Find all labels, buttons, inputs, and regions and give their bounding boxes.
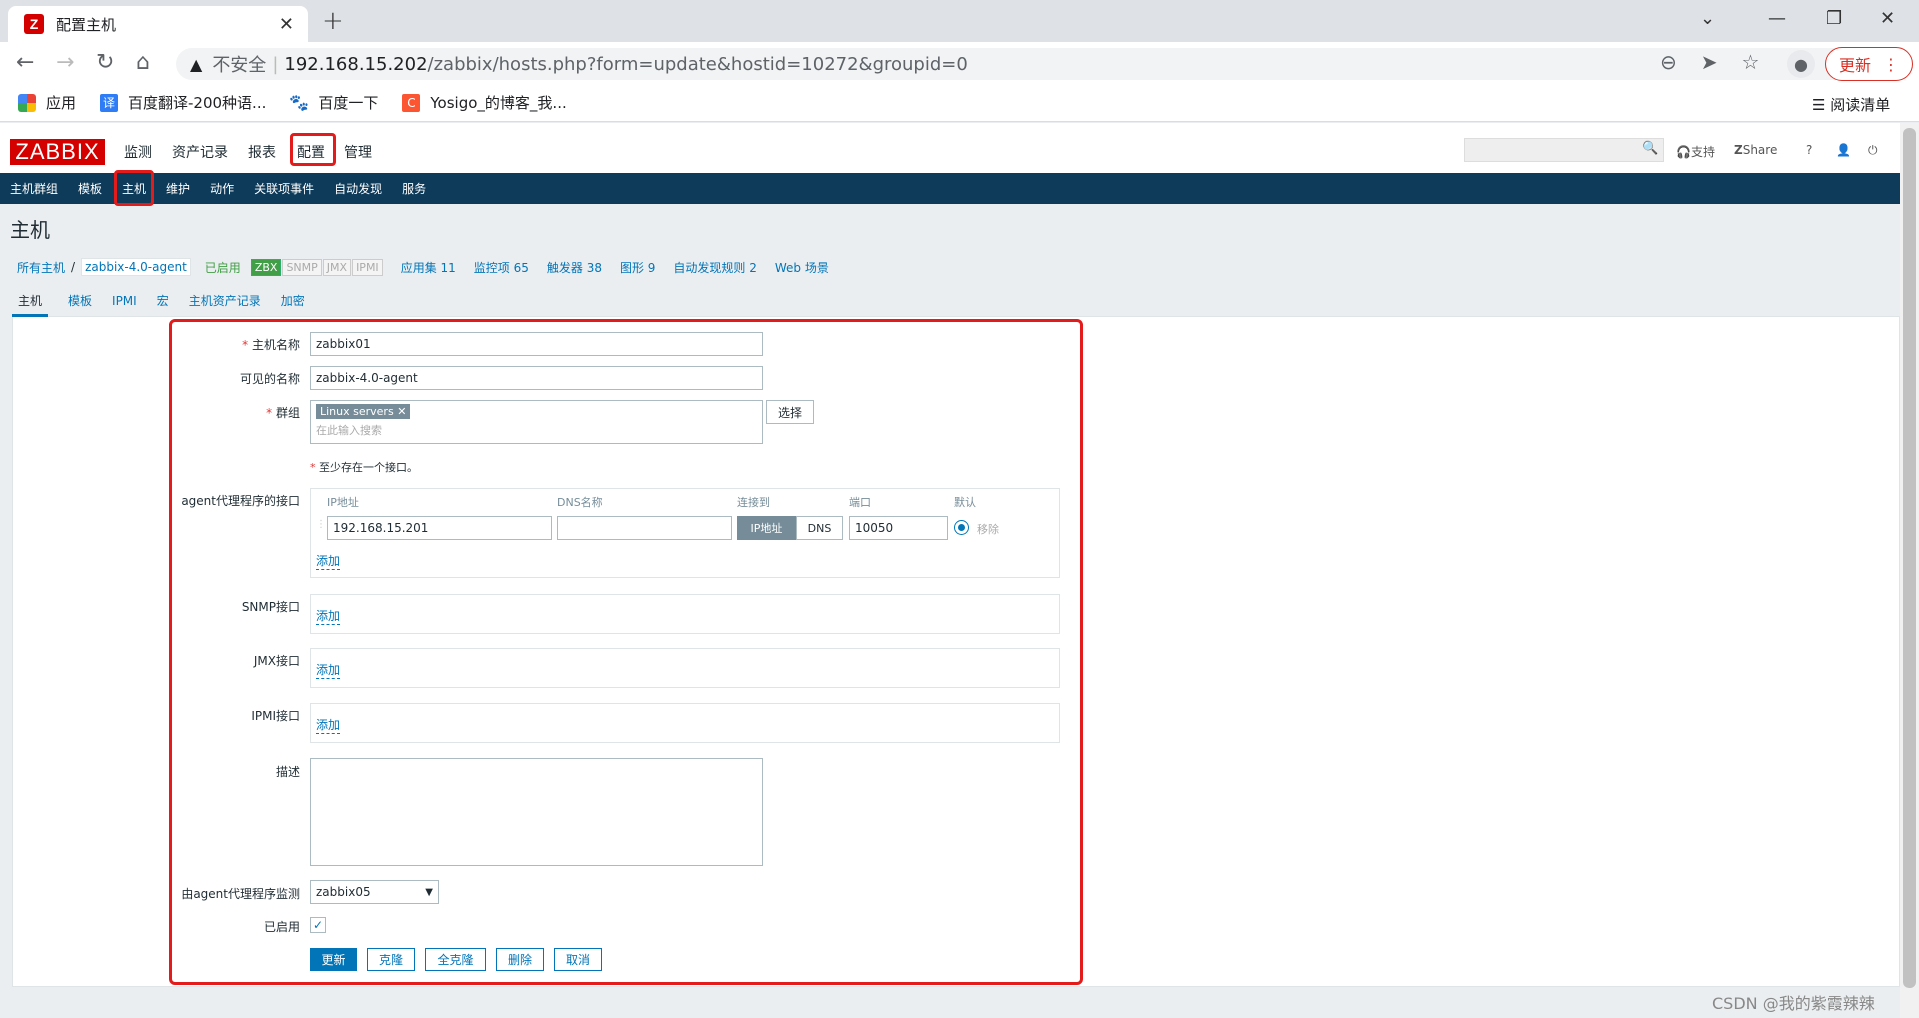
browser-update-button[interactable]: 更新 ⋮ [1825,47,1913,81]
bookmarks-bar: 应用 译百度翻译-200种语... 🐾 百度一下 C Yosigo_的博客_我... [0,84,1919,122]
bookmark-csdn-blog[interactable]: C Yosigo_的博客_我... [402,92,567,113]
page-title: 主机 [10,218,50,242]
url-path: /zabbix/hosts.php?form=update&hostid=102… [427,53,968,75]
tab-host[interactable]: 主机 [12,293,49,317]
host-status: 已启用 [204,260,241,275]
apps-grid-icon [18,93,36,112]
minimize-icon[interactable]: — [1768,8,1786,29]
subnav-discovery[interactable]: 自动发现 [334,180,382,197]
search-icon[interactable]: 🔍 [1642,141,1658,156]
home-icon[interactable]: ⌂ [136,50,150,75]
bookmark-label: Yosigo_的博客_我... [430,94,567,112]
star-icon[interactable]: ☆ [1742,50,1760,74]
breadcrumb-all-hosts[interactable]: 所有主机 [17,259,65,276]
zabbix-logo[interactable]: ZABBIX [10,139,105,165]
breadcrumb: 所有主机 / zabbix-4.0-agent 已启用 ZBX SNMP JMX… [17,258,829,276]
subnav-host-groups[interactable]: 主机群组 [10,180,58,197]
menu-inventory[interactable]: 资产记录 [172,142,228,162]
bookmark-baidu[interactable]: 🐾 百度一下 [289,92,379,113]
zoom-icon[interactable]: ⊖ [1660,50,1677,74]
restore-icon[interactable]: ❐ [1826,8,1842,29]
reading-list[interactable]: ☰ 阅读清单 [1812,94,1890,115]
close-window-icon[interactable]: ✕ [1880,8,1895,29]
address-bar[interactable]: ▲ 不安全 | 192.168.15.202/zabbix/hosts.php?… [176,48,1896,80]
browser-update-label: 更新 [1838,56,1871,75]
new-tab-button[interactable]: + [322,6,344,36]
jmx-badge: JMX [322,258,352,276]
reading-list-label: 阅读清单 [1830,96,1891,114]
configuration-subnav: 主机群组 模板 主机 维护 动作 关联项事件 自动发现 服务 [0,173,1900,204]
logout-icon[interactable]: ⏻ [1868,143,1878,158]
url-host: 192.168.15.202 [284,53,428,75]
csdn-icon: C [402,93,421,112]
subnav-templates[interactable]: 模板 [78,180,102,197]
support-link[interactable]: 🎧支持 [1676,143,1715,160]
menu-configuration[interactable]: 配置 [290,133,336,166]
breadcrumb-separator: / [71,260,76,274]
share-z-icon: Z [1734,143,1743,157]
chevron-down-icon[interactable]: ⌄ [1700,8,1715,29]
baidu-translate-icon: 译 [100,93,119,112]
watermark: CSDN @我的紫霞辣辣 [1712,994,1875,1013]
security-label: 不安全 [212,55,267,76]
reading-list-icon: ☰ [1812,96,1831,114]
bookmark-baidu-translate[interactable]: 译百度翻译-200种语... [100,92,266,113]
close-tab-icon[interactable]: ✕ [279,14,294,35]
link-triggers[interactable]: 触发器 38 [547,259,602,276]
address-separator: | [272,53,279,75]
tab-encryption[interactable]: 加密 [281,293,305,317]
breadcrumb-host[interactable]: zabbix-4.0-agent [81,258,191,276]
link-discovery-rules[interactable]: 自动发现规则 2 [673,259,756,276]
url-text: 192.168.15.202/zabbix/hosts.php?form=upd… [284,54,967,75]
tab-macros[interactable]: 宏 [157,293,169,317]
forward-arrow-icon[interactable]: → [56,50,74,75]
send-icon[interactable]: ➤ [1701,50,1718,74]
zabbix-favicon-icon: Z [24,14,44,34]
link-items[interactable]: 监控项 65 [474,259,529,276]
subnav-services[interactable]: 服务 [402,180,426,197]
help-icon[interactable]: ? [1806,143,1812,157]
tab-inventory[interactable]: 主机资产记录 [189,293,261,317]
user-profile-icon[interactable]: 👤 [1836,143,1851,157]
baidu-paw-icon: 🐾 [289,93,310,112]
tab-ipmi[interactable]: IPMI [112,293,137,317]
ipmi-badge: IPMI [352,258,383,276]
hosts-highlight-box [114,170,154,206]
link-graphs[interactable]: 图形 9 [620,259,655,276]
headset-icon: 🎧 [1676,145,1691,159]
menu-monitoring[interactable]: 监测 [124,142,152,162]
bookmark-label: 百度翻译-200种语... [128,94,267,112]
back-arrow-icon[interactable]: ← [16,50,34,75]
kebab-menu-icon[interactable]: ⋮ [1883,55,1899,74]
link-web-scenarios[interactable]: Web 场景 [775,259,829,276]
reload-icon[interactable]: ↻ [96,50,114,75]
address-bar-actions: ⊖ ➤ ☆ [1660,50,1759,74]
support-label: 支持 [1690,145,1715,159]
tab-title: 配置主机 [56,15,117,34]
zbx-badge: ZBX [250,258,282,276]
subnav-actions[interactable]: 动作 [210,180,234,197]
form-tabs: 主机 模板 IPMI 宏 主机资产记录 加密 [12,293,1900,317]
bookmark-apps[interactable]: 应用 [18,92,76,113]
global-search-input[interactable] [1464,138,1664,162]
snmp-badge: SNMP [282,258,322,276]
menu-reports[interactable]: 报表 [248,142,276,162]
subnav-event-correlation[interactable]: 关联项事件 [254,180,314,197]
subnav-maintenance[interactable]: 维护 [166,180,190,197]
bookmark-label: 百度一下 [318,94,379,112]
scrollbar-thumb[interactable] [1903,128,1916,988]
link-applications[interactable]: 应用集 11 [401,259,456,276]
menu-administration[interactable]: 管理 [344,142,372,162]
browser-tab[interactable]: Z 配置主机 ✕ [8,6,308,42]
tab-templates[interactable]: 模板 [68,293,92,317]
share-link[interactable]: ZShare [1734,143,1777,157]
warning-icon: ▲ [190,54,203,74]
profile-icon[interactable]: ● [1787,50,1815,78]
bookmark-label: 应用 [46,94,77,112]
share-label: Share [1742,143,1778,157]
form-highlight-box [169,319,1083,985]
